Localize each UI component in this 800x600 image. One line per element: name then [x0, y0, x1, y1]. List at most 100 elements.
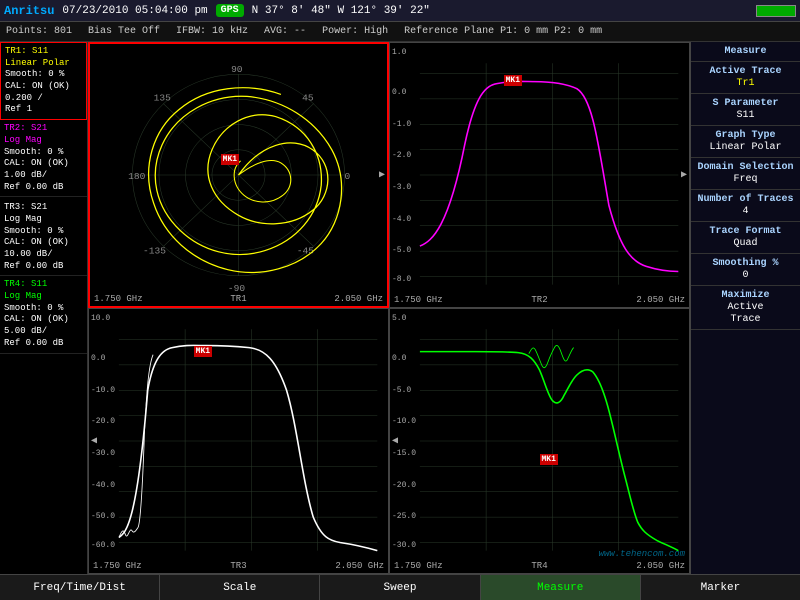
logo: Anritsu — [4, 4, 54, 18]
graph-tr1[interactable]: 0 180 90 -90 135 45 -45 -135 MK1 1.750 G… — [88, 42, 389, 308]
svg-text:45: 45 — [302, 93, 313, 104]
tr3-freq-end: 2.050 GHz — [335, 561, 384, 571]
coordinates: N 37° 8' 48" W 121° 39' 22" — [252, 5, 748, 17]
tr4-type: Log Mag — [4, 291, 83, 303]
sidebar-s-param-title: S Parameter — [697, 98, 794, 109]
sidebar-active-trace[interactable]: Active Trace Tr1 — [691, 62, 800, 94]
sidebar-trace-format-title: Trace Format — [697, 226, 794, 237]
tr1-id: TR1: — [5, 46, 27, 56]
tr4-smooth: Smooth: 0 % — [4, 303, 83, 315]
tab-sweep[interactable]: Sweep — [320, 575, 480, 600]
svg-text:90: 90 — [231, 64, 242, 75]
sidebar-smoothing-value: 0 — [697, 270, 794, 281]
tr4-y-top: 5.0 — [392, 314, 406, 323]
tab-scale-label: Scale — [223, 582, 256, 594]
tr1-freq-start: 1.750 GHz — [94, 294, 143, 304]
sidebar-num-traces-title: Number of Traces — [697, 194, 794, 205]
tr2-cal: CAL: ON (OK) — [4, 158, 83, 170]
tab-sweep-label: Sweep — [384, 582, 417, 594]
bias-tee-label: Bias Tee Off — [88, 26, 160, 37]
sidebar-maximize[interactable]: Maximize Active Trace — [691, 286, 800, 330]
graph-tr2[interactable]: 1.0 0.0 -1.0 -2.0 -3.0 -4.0 -5.0 -8.0 — [389, 42, 690, 308]
tr2-y2: 0.0 — [392, 88, 406, 97]
sidebar-active-trace-value: Tr1 — [697, 78, 794, 89]
sidebar-maximize-title: Maximize — [697, 290, 794, 301]
graph-tr4[interactable]: 5.0 0.0 -5.0 -10.0 -15.0 -20.0 -25.0 -30… — [389, 308, 690, 574]
tr4-y2: 0.0 — [392, 354, 406, 363]
tr4-label: TR4 — [531, 561, 547, 571]
tr1-freq-end: 2.050 GHz — [334, 294, 383, 304]
tr3-y3: -10.0 — [91, 386, 115, 395]
tab-marker[interactable]: Marker — [641, 575, 800, 600]
tab-freq-time-dist[interactable]: Freq/Time/Dist — [0, 575, 160, 600]
tr2-y8: -8.0 — [392, 275, 411, 284]
trace-info-tr2[interactable]: TR2: S21 Log Mag Smooth: 0 % CAL: ON (OK… — [0, 120, 87, 197]
tr2-y-top: 1.0 — [392, 48, 406, 57]
tr3-freq-start: 1.750 GHz — [93, 561, 142, 571]
sidebar-num-traces[interactable]: Number of Traces 4 — [691, 190, 800, 222]
tr2-scale: 1.00 dB/ — [4, 170, 83, 182]
sidebar-smoothing-title: Smoothing % — [697, 258, 794, 269]
points-label: Points: 801 — [6, 26, 72, 37]
tr4-param: S11 — [31, 279, 47, 289]
sidebar-num-traces-value: 4 — [697, 206, 794, 217]
battery-icon — [756, 5, 796, 17]
tr1-smooth: Smooth: 0 % — [5, 69, 82, 81]
tr2-label: TR2 — [531, 295, 547, 305]
sidebar-trace-format[interactable]: Trace Format Quad — [691, 222, 800, 254]
tr1-cal: CAL: ON (OK) — [5, 81, 82, 93]
sidebar-maximize-trace: Trace — [697, 314, 794, 325]
tr3-param: S21 — [31, 202, 47, 212]
tab-freq-time-dist-label: Freq/Time/Dist — [33, 582, 125, 594]
sidebar-s-param[interactable]: S Parameter S11 — [691, 94, 800, 126]
svg-text:-135: -135 — [143, 246, 166, 257]
svg-text:-45: -45 — [297, 246, 314, 257]
sidebar-graph-type-title: Graph Type — [697, 130, 794, 141]
main-area: TR1: S11 Linear Polar Smooth: 0 % CAL: O… — [0, 42, 800, 574]
tr4-y3: -5.0 — [392, 386, 411, 395]
tr3-ref: Ref 0.00 dB — [4, 261, 83, 273]
svg-text:-90: -90 — [228, 283, 245, 294]
power-label: Power: High — [322, 26, 388, 37]
tr1-param: S11 — [32, 46, 48, 56]
trace-info-tr4[interactable]: TR4: S11 Log Mag Smooth: 0 % CAL: ON (OK… — [0, 276, 87, 353]
sidebar-maximize-active: Active — [697, 302, 794, 313]
graph-tr3[interactable]: 10.0 0.0 -10.0 -20.0 -30.0 -40.0 -50.0 -… — [88, 308, 389, 574]
tr3-y7: -50.0 — [91, 512, 115, 521]
tr3-y5: -30.0 — [91, 449, 115, 458]
sidebar-trace-format-value: Quad — [697, 238, 794, 249]
tab-measure-label: Measure — [537, 582, 583, 594]
graph-area: 0 180 90 -90 135 45 -45 -135 MK1 1.750 G… — [88, 42, 690, 574]
sidebar-graph-type[interactable]: Graph Type Linear Polar — [691, 126, 800, 158]
tr4-arrow-left: ◀ — [392, 435, 398, 447]
tr3-id: TR3: — [4, 202, 26, 212]
subheader: Points: 801 Bias Tee Off IFBW: 10 kHz AV… — [0, 22, 800, 42]
tr4-y7: -25.0 — [392, 512, 416, 521]
tab-marker-label: Marker — [701, 582, 741, 594]
tr4-cal: CAL: ON (OK) — [4, 314, 83, 326]
gps-button[interactable]: GPS — [216, 4, 244, 17]
tr3-type: Log Mag — [4, 214, 83, 226]
sidebar-domain[interactable]: Domain Selection Freq — [691, 158, 800, 190]
tr2-y3: -1.0 — [392, 120, 411, 129]
svg-text:0: 0 — [345, 171, 351, 182]
tr3-scale: 10.00 dB/ — [4, 249, 83, 261]
avg-label: AVG: -- — [264, 26, 306, 37]
tr4-scale: 5.00 dB/ — [4, 326, 83, 338]
tr2-freq-start: 1.750 GHz — [394, 295, 443, 305]
tab-scale[interactable]: Scale — [160, 575, 320, 600]
sidebar-active-trace-title: Active Trace — [697, 66, 794, 77]
tr2-type: Log Mag — [4, 135, 83, 147]
watermark: www.tehencom.com — [599, 549, 685, 559]
trace-info-tr3[interactable]: TR3: S21 Log Mag Smooth: 0 % CAL: ON (OK… — [0, 199, 87, 276]
tr3-arrow-left: ◀ — [91, 435, 97, 447]
sidebar-measure[interactable]: Measure — [691, 42, 800, 62]
tr2-y7: -5.0 — [392, 246, 411, 255]
ifbw-label: IFBW: 10 kHz — [176, 26, 248, 37]
trace-info-tr1[interactable]: TR1: S11 Linear Polar Smooth: 0 % CAL: O… — [0, 42, 87, 120]
tab-measure[interactable]: Measure — [481, 575, 641, 600]
tr4-id: TR4: — [4, 279, 26, 289]
sidebar-smoothing[interactable]: Smoothing % 0 — [691, 254, 800, 286]
tr1-ref: Ref 1 — [5, 104, 82, 116]
tr4-y4: -10.0 — [392, 417, 416, 426]
